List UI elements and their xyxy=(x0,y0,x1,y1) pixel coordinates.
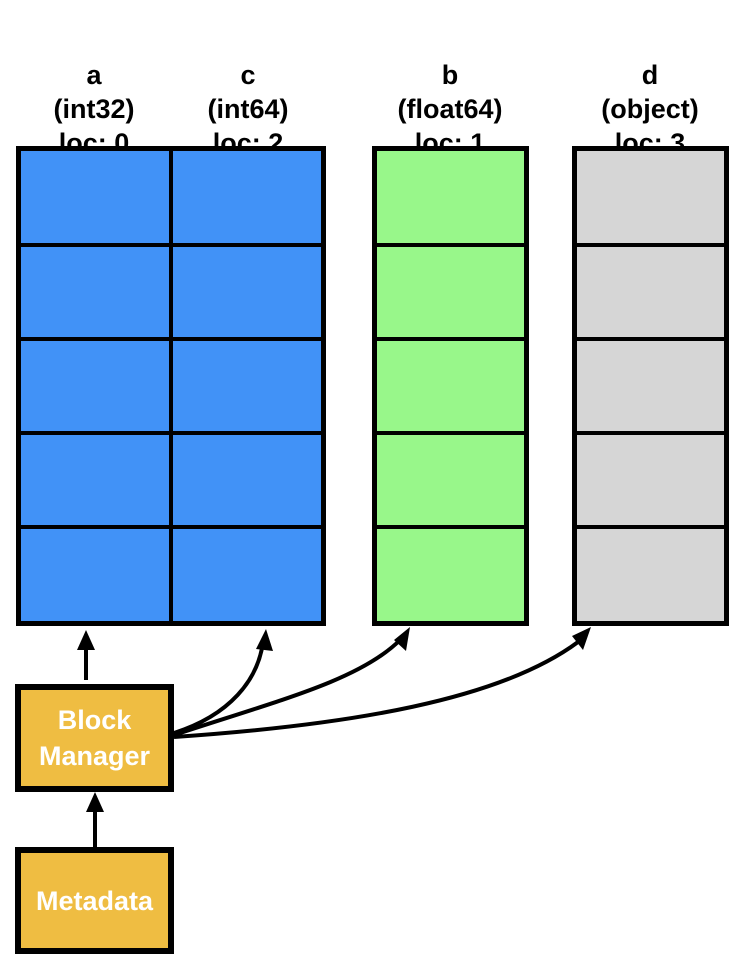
arrow-manager-to-d xyxy=(173,640,580,739)
arrow-manager-to-b xyxy=(173,638,402,737)
arrows-layer xyxy=(77,627,591,848)
arrow-head-manager xyxy=(86,792,104,812)
arrow-head-b xyxy=(394,627,410,651)
arrow-head-c xyxy=(256,629,273,651)
arrow-head-a xyxy=(77,630,95,650)
